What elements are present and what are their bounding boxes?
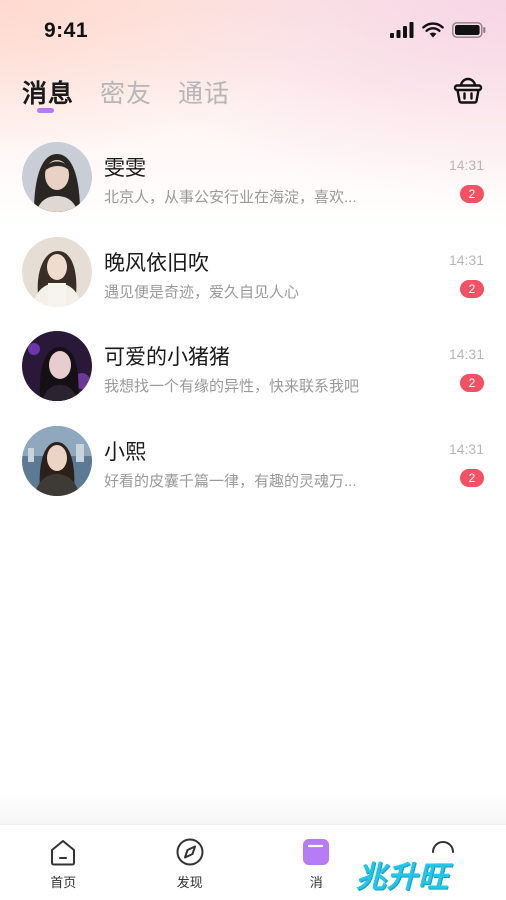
contact-name: 雯雯 (104, 157, 146, 180)
nav-home[interactable]: 首页 (0, 825, 127, 900)
tab-calls-label: 通话 (178, 80, 231, 108)
tab-close-friends[interactable]: 密友 (100, 74, 152, 110)
message-row[interactable]: 小熙 好看的皮囊千篇一律，有趣的灵魂万... 14:31 2 (0, 414, 506, 509)
basket-icon (453, 77, 483, 104)
tab-messages-label: 消息 (22, 80, 75, 108)
message-row[interactable]: 雯雯 北京人，从事公安行业在海淀，喜欢... 14:31 2 (0, 130, 506, 225)
wifi-icon (422, 22, 444, 38)
message-preview: 好看的皮囊千篇一律，有趣的灵魂万... (104, 472, 357, 490)
compass-icon (176, 838, 204, 866)
tab-bar-shadow (0, 794, 506, 824)
avatar (22, 236, 92, 307)
contact-name: 可爱的小猪猪 (104, 346, 230, 369)
unread-badge: 2 (460, 374, 484, 392)
tab-messages[interactable]: 消息 (22, 74, 75, 113)
cellular-signal-icon (390, 22, 414, 38)
basket-button[interactable] (452, 74, 484, 106)
avatar (22, 142, 92, 212)
status-bar: 9:41 (0, 0, 506, 60)
status-icons (390, 22, 486, 38)
contact-name: 小熙 (104, 440, 146, 464)
nav-discover-label: 发现 (176, 875, 203, 890)
top-tabs: 消息 密友 通话 (22, 74, 230, 113)
status-time: 9:41 (44, 19, 89, 42)
message-preview: 北京人，从事公安行业在海淀，喜欢... (104, 189, 357, 206)
unread-badge: 2 (460, 468, 484, 487)
message-time: 14:31 (448, 346, 484, 362)
message-time: 14:31 (448, 251, 484, 268)
message-row[interactable]: 可爱的小猪猪 我想找一个有缘的异性，快来联系我吧 14:31 2 (0, 319, 506, 414)
message-list: 雯雯 北京人，从事公安行业在海淀，喜欢... 14:31 2 晚风依旧吹 遇见便… (0, 130, 506, 508)
avatar (22, 331, 92, 401)
nav-discover[interactable]: 发现 (127, 825, 254, 900)
tab-close-friends-label: 密友 (100, 80, 153, 108)
message-row[interactable]: 晚风依旧吹 遇见便是奇迹，爱久自见人心 14:31 2 (0, 225, 506, 320)
message-preview: 遇见便是奇迹，爱久自见人心 (104, 283, 300, 301)
unread-badge: 2 (460, 185, 484, 203)
nav-home-label: 首页 (50, 875, 77, 890)
message-time: 14:31 (448, 157, 484, 173)
message-preview: 我想找一个有缘的异性，快来联系我吧 (104, 378, 360, 395)
watermark-logo: 兆升旺 (356, 861, 449, 894)
active-tab-indicator (37, 108, 54, 113)
contact-name: 晚风依旧吹 (104, 251, 209, 275)
home-icon (51, 840, 76, 866)
tab-calls[interactable]: 通话 (178, 74, 230, 110)
message-time: 14:31 (448, 440, 484, 457)
avatar (22, 425, 92, 496)
battery-icon (452, 22, 486, 38)
message-icon (303, 839, 330, 865)
unread-badge: 2 (460, 279, 484, 298)
